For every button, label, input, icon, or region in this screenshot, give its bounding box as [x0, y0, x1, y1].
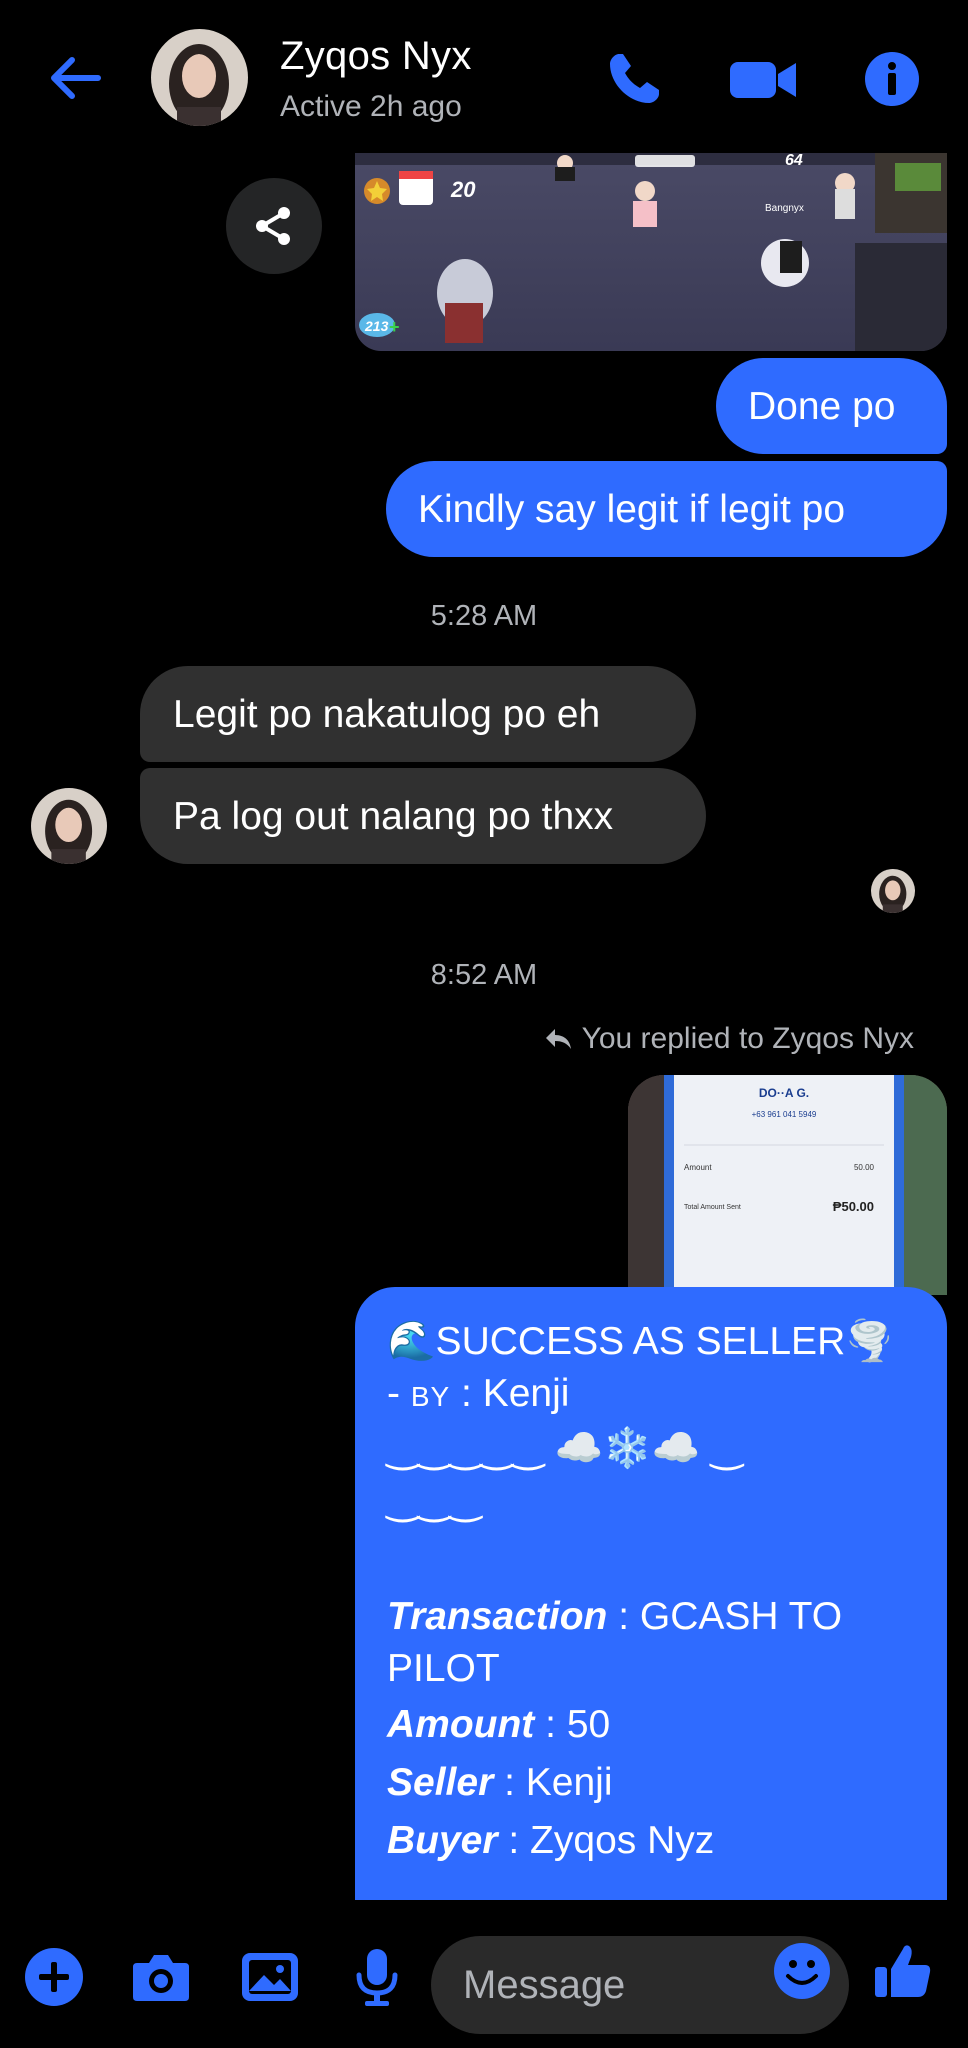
buyer-row: Buyer : Zyqos Nyz: [387, 1819, 715, 1862]
game-screenshot-image[interactable]: 20 64 Bangnyx 213 +: [355, 153, 947, 351]
back-arrow-icon[interactable]: [44, 52, 104, 104]
receipt-total-value: ₱50.00: [833, 1199, 874, 1214]
contact-name[interactable]: Zyqos Nyx: [280, 34, 472, 79]
message-timestamp: 8:52 AM: [430, 959, 538, 991]
reply-indicator: You replied to Zyqos Nyx: [544, 1022, 914, 1056]
message-text: Done po: [748, 384, 896, 428]
emoji-icon[interactable]: [773, 1942, 831, 2000]
receipt-amount-value: 50.00: [854, 1163, 875, 1172]
transaction-row: Transaction : GCASH TO: [387, 1595, 843, 1638]
seller-byline: - BY : Kenji: [387, 1372, 570, 1415]
receipt-number: +63 961 041 5949: [752, 1110, 817, 1119]
share-button[interactable]: [226, 178, 322, 274]
seller-row: Seller : Kenji: [387, 1761, 613, 1804]
seller-summary-message[interactable]: 🌊SUCCESS AS SELLER🌪️ - BY : Kenji ‿‿‿‿‿ …: [355, 1287, 947, 1902]
level-count: 64: [785, 153, 803, 169]
seller-title: 🌊SUCCESS AS SELLER🌪️: [387, 1320, 894, 1363]
replied-receipt-image[interactable]: DO··A G. +63 961 041 5949 Amount 50.00 T…: [628, 1075, 947, 1295]
thumbs-up-icon[interactable]: [873, 1941, 933, 2001]
share-icon: [256, 207, 290, 245]
video-call-icon[interactable]: [730, 50, 798, 108]
incoming-message[interactable]: Legit po nakatulog po eh: [140, 666, 696, 762]
info-icon[interactable]: [864, 50, 920, 108]
chat-header: Zyqos Nyx Active 2h ago: [0, 0, 968, 150]
message-text: Legit po nakatulog po eh: [173, 692, 601, 736]
receipt-total-label: Total Amount Sent: [684, 1204, 741, 1211]
contact-avatar[interactable]: [151, 29, 248, 126]
message-text: Pa log out nalang po thxx: [173, 794, 614, 838]
reply-note-text: You replied to Zyqos Nyx: [581, 1022, 914, 1055]
decorative-line: ‿‿‿: [387, 1479, 482, 1522]
rank-count: 20: [450, 177, 476, 202]
camera-icon[interactable]: [131, 1947, 191, 2007]
robux-count: 213: [364, 318, 389, 334]
gallery-icon[interactable]: [240, 1947, 300, 2007]
reply-arrow-icon: [545, 1029, 571, 1049]
outgoing-message[interactable]: Done po: [716, 358, 947, 454]
seen-receipt-avatar: [871, 869, 915, 913]
decorative-line: ‿‿‿‿‿ ☁️❄️☁️ ‿: [387, 1427, 743, 1470]
svg-text:+: +: [389, 317, 400, 337]
sender-avatar[interactable]: [31, 788, 107, 864]
incoming-message[interactable]: Pa log out nalang po thxx: [140, 768, 706, 864]
phone-call-icon[interactable]: [605, 50, 663, 108]
message-text: Kindly say legit if legit po: [418, 487, 846, 531]
message-timestamp: 5:28 AM: [430, 600, 538, 632]
contact-status: Active 2h ago: [280, 90, 462, 123]
receipt-name: DO··A G.: [759, 1086, 809, 1100]
transaction-row-cont: PILOT: [387, 1647, 500, 1690]
plus-icon[interactable]: [24, 1947, 84, 2007]
amount-row: Amount : 50: [387, 1703, 611, 1746]
microphone-icon[interactable]: [355, 1947, 399, 2007]
receipt-amount-label: Amount: [684, 1163, 712, 1172]
player-tag: Bangnyx: [765, 203, 804, 214]
outgoing-message[interactable]: Kindly say legit if legit po: [386, 461, 947, 557]
